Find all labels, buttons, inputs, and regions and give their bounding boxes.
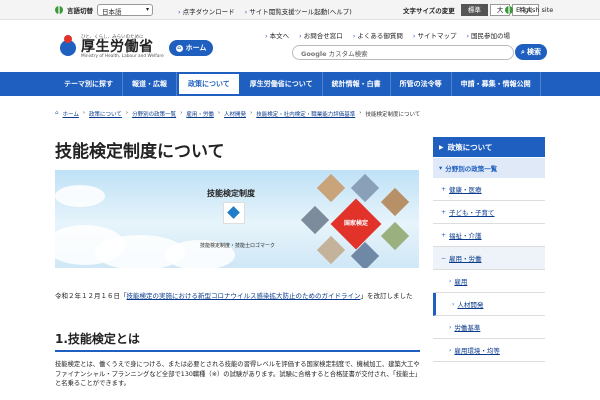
hero-banner: 技能検定制度 技能検定制度・技能士ロゴマーク 国家検定 (55, 170, 419, 268)
nav-press[interactable]: 報道・広報 (123, 72, 177, 96)
globe-icon (505, 6, 513, 14)
search-brand: Google (301, 50, 327, 58)
sidebar-item-welfare[interactable]: + 福祉・介護 (433, 224, 545, 247)
language-switcher: 言語切替 日本語 ▾ (55, 4, 153, 16)
nav-statistics[interactable]: 統計情報・白書 (323, 72, 391, 96)
globe-icon (55, 6, 63, 14)
sidebar-item-employment-sub[interactable]: › 雇用 (433, 270, 545, 293)
sidebar-item-children[interactable]: + 子ども・子育て (433, 201, 545, 224)
breadcrumb-policy[interactable]: 政策について (89, 110, 122, 118)
search-input[interactable]: Google カスタム検索 (292, 45, 514, 60)
nav-policy[interactable]: 政策について (177, 72, 241, 96)
global-nav: テーマ別に探す 報道・広報 政策について 厚生労働省について 統計情報・白書 所… (0, 72, 600, 96)
public-participation-link[interactable]: › 国民参加の場 (466, 30, 510, 40)
sitemap-link[interactable]: › サイトマップ (413, 30, 457, 40)
sidebar: ▶ 政策について ▾ 分野別の政策一覧 + 健康・医療 + 子ども・子育て + 福祉・介護… (433, 137, 545, 362)
skip-to-content-link[interactable]: › 本文へ (265, 30, 289, 40)
section-heading: 1.技能検定とは (55, 330, 420, 352)
logo-name: 厚生労働省 (81, 39, 154, 55)
sidebar-item-employment[interactable]: − 雇用・労働 (433, 247, 545, 270)
national-test-label: 国家検定 (343, 220, 368, 227)
breadcrumb-skill-test[interactable]: 技能検定・社内検定・職業能力評価基準 (256, 110, 355, 118)
sidebar-item-hr-development[interactable]: › 人材開発 (433, 293, 545, 316)
utility-links: › 点字ダウンロード › サイト閲覧支援ツール起動(ヘルプ) (178, 6, 352, 16)
breadcrumb-hr-development[interactable]: 人材開発 (224, 110, 246, 118)
home-icon: ⌂ (175, 44, 183, 52)
font-size-label: 文字サイズの変更 (403, 7, 455, 15)
language-value: 日本語 (102, 8, 122, 16)
logo-english-name: Ministry of Health, Labour and Welfare (81, 54, 164, 59)
home-button[interactable]: ⌂ ホーム (169, 40, 213, 56)
nav-laws[interactable]: 所管の法令等 (391, 72, 452, 96)
contact-link[interactable]: › お問合せ窓口 (299, 30, 343, 40)
nav-about[interactable]: 厚生労働省について (241, 72, 323, 96)
sidebar-item-labor-standards[interactable]: › 労働基準 (433, 316, 545, 339)
update-notice: 令和２年１２月１６日「技能検定の実施における新型コロナウイルス感染拡大防止のため… (55, 292, 413, 300)
guideline-link[interactable]: 技能検定の実施における新型コロナウイルス感染拡大防止のためのガイドライン (127, 292, 361, 300)
header-links: › 本文へ › お問合せ窓口 › よくある御質問 › サイトマップ › 国民参加の場 (265, 30, 510, 40)
site-logo[interactable]: ひと、くらし、みらいのために 厚生労働省 Ministry of Health,… (58, 34, 164, 59)
sidebar-item-equality[interactable]: › 雇用環境・均等 (433, 339, 545, 362)
banner-title: 技能検定制度 (207, 189, 255, 198)
nav-applications[interactable]: 申請・募集・情報公開 (452, 72, 541, 96)
search-button[interactable]: ⌕ 検索 (515, 44, 547, 60)
mhlw-logo-icon (58, 34, 78, 59)
home-icon: ⌂ (55, 110, 59, 116)
breadcrumb-current: 技能検定制度について (365, 112, 421, 118)
sidebar-head[interactable]: ▶ 政策について (433, 137, 545, 157)
utility-bar: 言語切替 日本語 ▾ › 点字ダウンロード › サイト閲覧支援ツール起動(ヘルプ) … (0, 0, 600, 20)
sidebar-sub[interactable]: ▾ 分野別の政策一覧 (433, 158, 545, 178)
section-body: 技能検定とは、働くうえで身につける、または必要とされる技能の習得レベルを評価する… (55, 361, 422, 387)
faq-link[interactable]: › よくある御質問 (353, 30, 403, 40)
breadcrumb-policy-list[interactable]: 分野別の政策一覧 (132, 110, 176, 118)
arrow-icon: › (244, 8, 248, 16)
skill-mark-icon (223, 202, 245, 224)
font-size-standard-button[interactable]: 標準 (460, 4, 488, 16)
triangle-right-icon: ▶ (439, 143, 444, 151)
search-placeholder: カスタム検索 (328, 50, 368, 58)
nav-theme[interactable]: テーマ別に探す (55, 72, 123, 96)
braille-download-link[interactable]: › 点字ダウンロード (178, 6, 235, 16)
sidebar-item-health[interactable]: + 健康・医療 (433, 178, 545, 201)
breadcrumb-home[interactable]: ホーム (63, 110, 79, 118)
chevron-down-icon: ▾ (145, 6, 149, 13)
search-icon: ⌕ (521, 47, 525, 56)
arrow-icon: › (178, 8, 181, 16)
language-select[interactable]: 日本語 ▾ (97, 4, 153, 16)
language-label: 言語切替 (67, 7, 93, 15)
triangle-down-icon: ▾ (439, 164, 443, 172)
page-title: 技能検定制度について (55, 142, 225, 162)
breadcrumb-employment[interactable]: 雇用・労働 (186, 110, 214, 118)
banner-subtitle: 技能検定制度・技能士ロゴマーク (200, 243, 276, 249)
breadcrumb: ⌂ ホーム › 政策について › 分野別の政策一覧 › 雇用・労働 › 人材開発 › 技能… (55, 110, 421, 118)
english-site-link[interactable]: English site (505, 6, 553, 14)
accessibility-tool-link[interactable]: › サイト閲覧支援ツール起動(ヘルプ) (245, 6, 352, 16)
